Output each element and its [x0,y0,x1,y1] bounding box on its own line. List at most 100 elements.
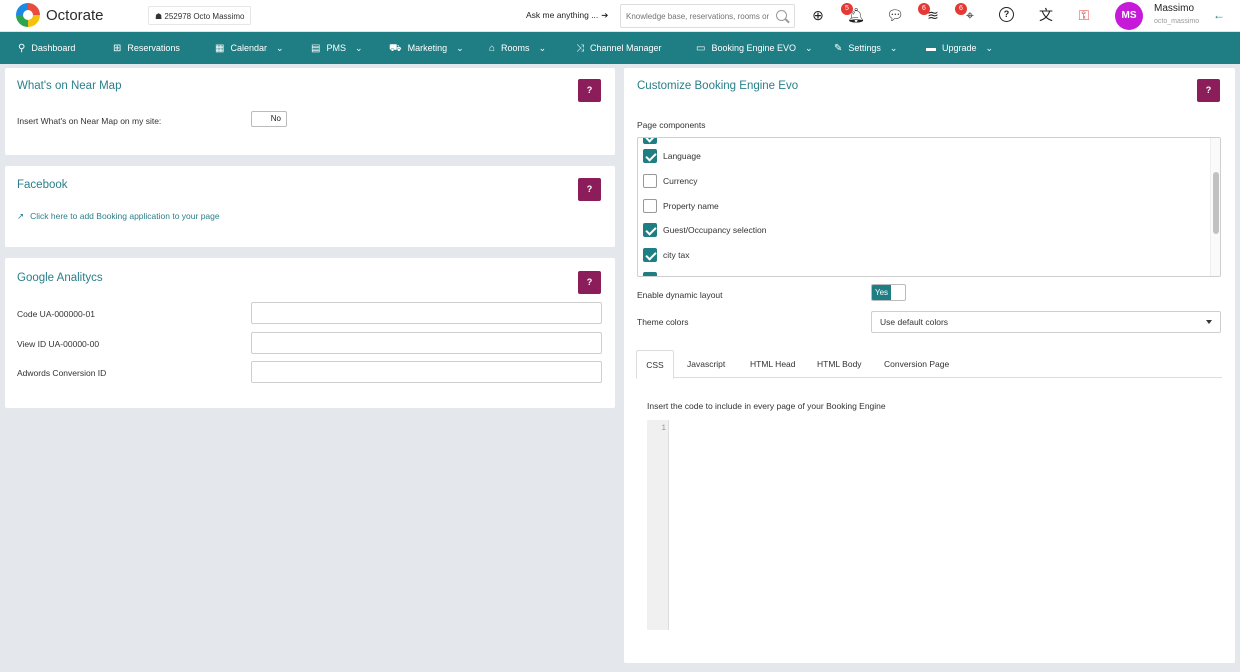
add-circle-icon[interactable]: ⊕ [809,6,827,24]
whats-on-help-button[interactable]: ? [578,79,601,102]
chat-icon[interactable]: 💬︎ [886,6,904,24]
caret-down-icon [1206,320,1212,324]
help-circle-icon[interactable]: ? [999,7,1014,22]
facebook-title: Facebook [17,179,68,191]
external-link-icon: ↗ [17,211,25,221]
checkbox[interactable] [643,174,657,188]
chevron-down-icon: ⌄ [275,43,284,53]
tab-conversion-page[interactable]: Conversion Page [884,350,949,378]
facebook-link[interactable]: ↗ Click here to add Booking application t… [17,211,220,222]
brand-name[interactable]: Octorate [46,7,104,24]
code-hint: Insert the code to include in every page… [647,401,886,411]
user-name[interactable]: Massimo [1154,3,1194,14]
nav-label: Marketing [407,43,448,53]
notification-badge: 5 [841,3,853,15]
feed-badge: 6 [918,3,930,15]
nav-item-upgrade[interactable]: ▬ Upgrade ⌄ [926,32,993,64]
feed-icon[interactable]: ≋ 6 [918,3,942,24]
nav-item-pms[interactable]: ▤ PMS ⌄ [311,32,363,64]
facebook-help-button[interactable]: ? [578,178,601,201]
translate-icon[interactable]: 文 [1037,6,1055,24]
nav-item-dashboard[interactable]: ⚲ Dashboard [18,32,75,64]
whats-on-toggle[interactable]: No [251,111,287,127]
component-label: Language [663,151,701,161]
component-label: Currency [663,176,698,186]
arrow-right-icon: ➔ [601,10,609,20]
nav-label: Channel Manager [590,43,662,53]
tab-javascript[interactable]: Javascript [687,350,725,378]
component-label: Property name [663,201,719,211]
search-icon[interactable] [776,10,787,21]
nav-label: Rooms [501,43,530,53]
nav-item-rooms[interactable]: ⌂ Rooms ⌄ [489,32,546,64]
property-selector[interactable]: ☗ 252978 Octo Massimo [148,6,252,25]
nav-item-settings[interactable]: ✎ Settings ⌄ [834,32,897,64]
adwords-input[interactable] [251,361,602,383]
chevron-down-icon: ⌄ [538,43,547,53]
analytics-help-button[interactable]: ? [578,271,601,294]
booking-engine-title: Customize Booking Engine Evo [637,80,799,92]
nav-item-marketing[interactable]: ⛟ Marketing ⌄ [389,32,464,64]
component-label: Guest/Occupancy selection [663,225,767,235]
insert-whats-on-label: Insert What's on Near Map on my site: [17,116,162,126]
checkbox[interactable] [643,272,657,276]
chevron-down-icon: ⌄ [985,43,994,53]
nav-label: Settings [848,43,881,53]
facebook-link-text: Click here to add Booking application to… [30,211,220,221]
nav-item-reservations[interactable]: ⊞ Reservations [113,32,180,64]
checkbox[interactable] [643,223,657,237]
tab-html-body[interactable]: HTML Body [817,350,862,378]
nav-item-calendar[interactable]: ▦ Calendar ⌄ [215,32,284,64]
nav-label: Reservations [127,43,180,53]
tab-html-head[interactable]: HTML Head [750,350,796,378]
ua-code-input[interactable] [251,302,602,324]
checkbox[interactable] [643,138,657,144]
bell-icon[interactable]: 🔔︎ 5 [841,3,865,24]
nav-item-booking-engine[interactable]: ▭ Booking Engine EVO ⌄ [696,32,813,64]
checkbox[interactable] [643,149,657,163]
booking-help-button[interactable]: ? [1197,79,1220,102]
nav-label: Calendar [230,43,267,53]
wrench-icon: ✎ [834,43,843,54]
search-input[interactable] [621,5,769,27]
ask-label: Ask me anything ... [526,10,599,20]
view-id-input[interactable] [251,332,602,354]
key-icon[interactable]: ⚿ [1075,6,1093,24]
dynamic-layout-toggle[interactable]: Yes [871,284,906,301]
code-tabs: CSS Javascript HTML Head HTML Body Conve… [636,350,1222,379]
help-glyph: ? [1003,9,1010,19]
theme-colors-select[interactable]: Use default colors [871,311,1221,333]
whats-on-title: What's on Near Map [17,80,122,92]
dynamic-layout-label: Enable dynamic layout [637,290,723,300]
nav-label: Booking Engine EVO [711,43,797,53]
avatar[interactable]: MS [1115,2,1143,30]
page-components-list[interactable]: Language Currency Property name Guest/Oc… [637,137,1221,277]
scrollbar-thumb[interactable] [1213,172,1219,234]
chat-glyph: 💬︎ [886,7,904,23]
crosshair-glyph: ⌖ [966,7,974,23]
search-box [620,4,795,28]
page-components-label: Page components [637,120,706,130]
chevron-down-icon: ⌄ [456,43,464,53]
chevron-down-icon: ⌄ [805,43,813,53]
nav-item-channel-manager[interactable]: ⤨ Channel Manager [576,32,662,64]
theme-colors-label: Theme colors [637,317,689,327]
scrollbar[interactable] [1210,138,1220,276]
dashboard-icon: ⚲ [18,43,26,54]
code-editor[interactable] [670,420,1220,630]
octorate-logo-icon[interactable] [16,3,40,27]
key-glyph: ⚿ [1078,7,1090,23]
ask-me-anything[interactable]: Ask me anything ... ➔ [526,10,608,21]
checkbox[interactable] [643,248,657,262]
reservations-icon: ⊞ [113,43,122,54]
pms-icon: ▤ [311,43,321,54]
top-bar: Octorate ☗ 252978 Octo Massimo Ask me an… [0,0,1240,32]
tab-css[interactable]: CSS [636,350,674,379]
checkbox[interactable] [643,199,657,213]
cart-icon: ⛟ [389,43,402,54]
arrow-left-icon[interactable]: ← [1213,8,1225,22]
crosshair-badge: 6 [955,3,967,15]
crosshair-icon[interactable]: ⌖ 6 [955,3,979,24]
home-icon: ⌂ [489,43,496,54]
chevron-down-icon: ⌄ [354,43,363,53]
